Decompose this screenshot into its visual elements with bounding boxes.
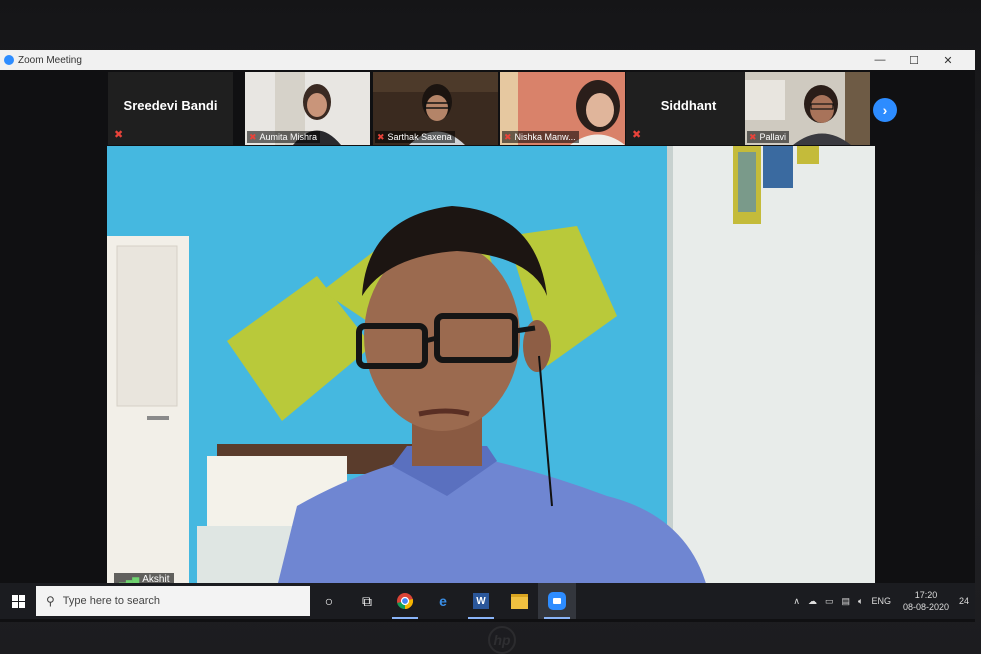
hp-logo-icon: hp — [488, 626, 516, 654]
window-titlebar: Zoom Meeting — ☐ ✕ — [0, 50, 975, 70]
start-button[interactable] — [0, 583, 36, 619]
participant-name: Nishka Manw... — [514, 132, 576, 142]
participant-label: ✖ Aumita Mishra — [247, 131, 321, 143]
clock[interactable]: 17:20 08-08-2020 — [903, 589, 949, 613]
battery-icon[interactable]: ▭ — [825, 596, 834, 607]
chevron-right-icon[interactable]: › — [873, 98, 897, 122]
participant-name: Sreedevi Bandi — [123, 98, 218, 113]
clock-date: 08-08-2020 — [902, 602, 949, 612]
speaker-video-frame — [107, 146, 875, 587]
taskbar-search[interactable]: ⚲ Type here to search — [36, 586, 310, 616]
participant-tile[interactable]: Siddhant ✖ — [626, 72, 751, 145]
file-explorer-icon[interactable] — [500, 583, 538, 619]
window-title: Zoom Meeting — [18, 54, 82, 66]
search-placeholder: Type here to search — [62, 595, 161, 607]
windows-logo-icon — [11, 594, 25, 608]
task-view-icon[interactable]: ⧉ — [348, 583, 386, 619]
muted-mic-icon: ✖ — [114, 129, 124, 141]
cortana-icon[interactable]: ○ — [310, 583, 348, 619]
chrome-icon[interactable] — [386, 583, 424, 619]
notification-count: 24 — [958, 596, 969, 606]
participant-name: Siddhant — [660, 98, 717, 113]
clock-time: 17:20 — [914, 590, 938, 600]
participant-label: ✖ Nishka Manw... — [502, 131, 579, 143]
participant-tile[interactable]: ✖ Sarthak Saxena — [373, 72, 498, 145]
close-button[interactable]: ✕ — [931, 50, 965, 70]
participant-tile[interactable]: ✖ Aumita Mishra — [245, 72, 370, 145]
zoom-app-icon — [4, 55, 14, 65]
network-icon[interactable]: ▤ — [842, 596, 851, 607]
search-icon: ⚲ — [46, 594, 55, 608]
language-indicator[interactable]: ENG — [871, 596, 891, 606]
participant-name: Sarthak Saxena — [387, 132, 452, 142]
muted-mic-icon: ✖ — [377, 132, 385, 142]
zoom-taskbar-icon[interactable] — [538, 583, 576, 619]
active-speaker-video — [107, 146, 875, 587]
screen: Zoom Meeting — ☐ ✕ Sreedevi Bandi ✖ ✖ Au… — [0, 50, 975, 622]
participant-tile[interactable]: ✖ Pallavi — [745, 72, 870, 145]
notification-center-button[interactable]: 24 — [955, 593, 973, 609]
maximize-button[interactable]: ☐ — [897, 50, 931, 70]
window-controls: — ☐ ✕ — [863, 50, 965, 70]
participant-label: ✖ Pallavi — [747, 131, 790, 143]
participant-tile[interactable]: ✖ Nishka Manw... — [500, 72, 625, 145]
muted-mic-icon: ✖ — [749, 132, 757, 142]
chevron-up-icon[interactable]: ∧ — [793, 596, 800, 607]
muted-mic-icon: ✖ — [632, 129, 642, 141]
cloud-icon[interactable]: ☁ — [808, 596, 817, 607]
participant-tile[interactable]: Sreedevi Bandi ✖ — [108, 72, 233, 145]
word-icon[interactable]: W — [462, 583, 500, 619]
minimize-button[interactable]: — — [863, 50, 897, 70]
participant-gallery: Sreedevi Bandi ✖ ✖ Aumita Mishra ✖ Sarth… — [108, 72, 908, 146]
muted-mic-icon: ✖ — [249, 132, 257, 142]
participant-name: Pallavi — [759, 132, 787, 142]
windows-taskbar: ⚲ Type here to search ○ ⧉ e W ∧ ☁ ▭ ▤ 🔈︎… — [0, 583, 975, 619]
system-tray: ∧ ☁ ▭ ▤ 🔈︎ ENG 17:20 08-08-2020 — [789, 583, 949, 619]
participant-name: Aumita Mishra — [259, 132, 318, 142]
edge-icon[interactable]: e — [424, 583, 462, 619]
volume-icon[interactable]: 🔈︎ — [858, 596, 863, 607]
participant-label: ✖ Sarthak Saxena — [375, 131, 455, 143]
muted-mic-icon: ✖ — [504, 132, 512, 142]
